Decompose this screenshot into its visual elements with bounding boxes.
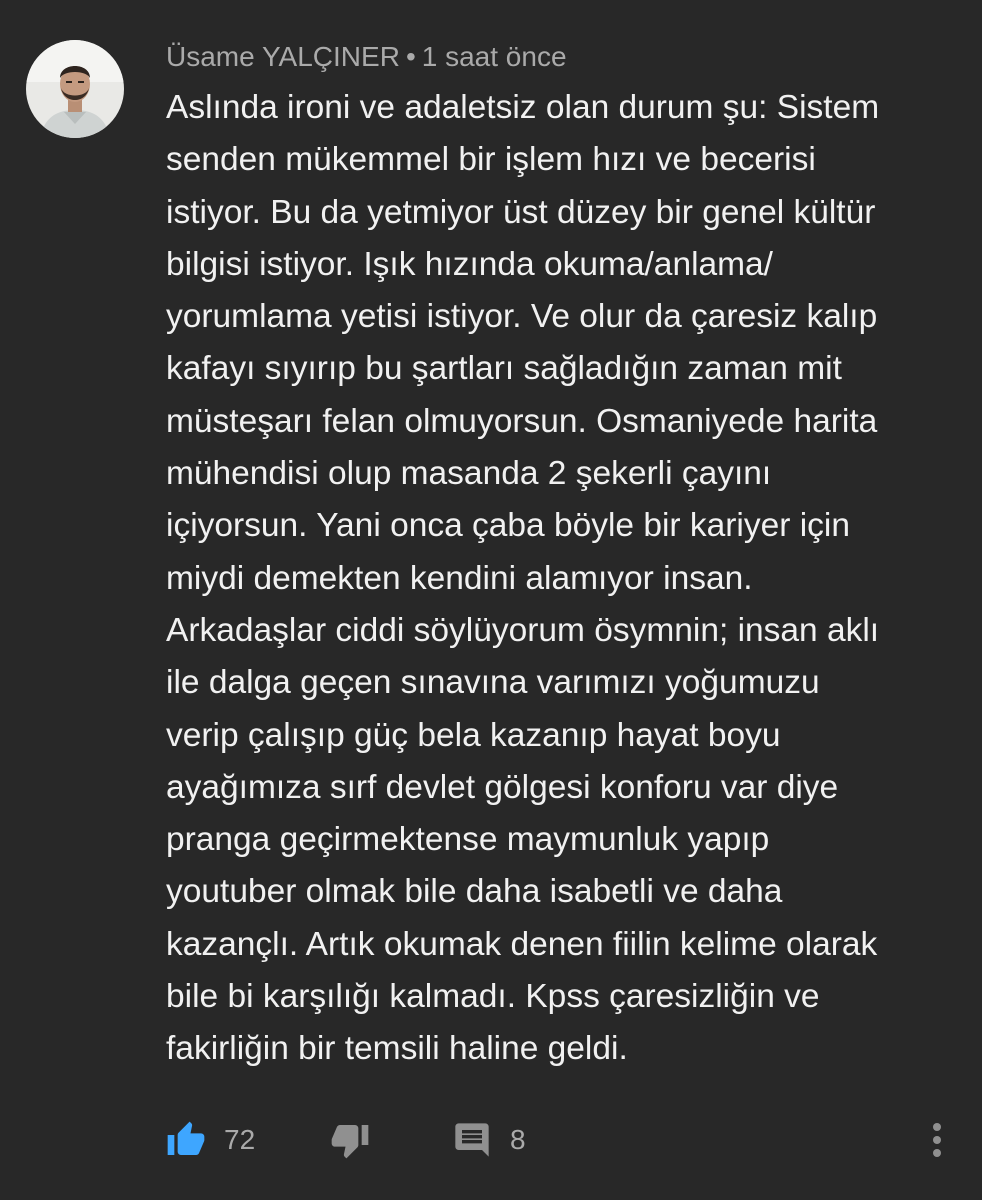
comment-line: pranga geçirmektense maymunluk yapıp	[166, 821, 770, 859]
comment-time[interactable]: 1 saat önce	[422, 41, 567, 72]
reply-comment-icon[interactable]	[452, 1120, 492, 1160]
comment-line: ile dalga geçen sınavına varımızı yoğumu…	[166, 664, 820, 702]
more-vertical-icon[interactable]	[920, 1120, 954, 1160]
like-count: 72	[224, 1124, 256, 1155]
comment-line: miydi demekten kendini alamıyor insan.	[166, 559, 753, 597]
author-avatar[interactable]	[26, 40, 124, 138]
comment-line: fakirliğin bir temsili haline geldi.	[166, 1030, 628, 1068]
more-options-button[interactable]	[920, 1112, 954, 1168]
comment-line: mühendisi olup masanda 2 şekerli çayını	[166, 455, 772, 493]
comment-actions: 72 8	[0, 1112, 982, 1168]
comment-meta: Üsame YALÇINER • 1 saat önce	[166, 36, 567, 78]
comment-line: bile bi karşılığı kalmadı. Kpss çaresizl…	[166, 978, 820, 1016]
comment-card: Üsame YALÇINER • 1 saat önce Aslında ironi…	[0, 0, 982, 1200]
comment-line: içiyorsun. Yani onca çaba böyle bir kari…	[166, 507, 850, 545]
reply-count: 8	[510, 1124, 526, 1155]
like-button[interactable]: 72	[166, 1112, 255, 1168]
author-name[interactable]: Üsame YALÇINER	[166, 41, 400, 72]
dislike-button[interactable]	[330, 1112, 370, 1168]
comment-line: istiyor. Bu da yetmiyor üst düzey bir ge…	[166, 193, 876, 231]
thumbs-up-icon[interactable]	[166, 1120, 206, 1160]
comment-line: bilgisi istiyor. Işık hızında okuma/anla…	[166, 245, 773, 283]
comment-line: kazançlı. Artık okumak denen fiilin keli…	[166, 925, 878, 963]
comment-line: ayağımıza sırf devlet gölgesi konforu va…	[166, 768, 839, 806]
thumbs-down-icon[interactable]	[330, 1120, 370, 1160]
comment-line: kafayı sıyırıp bu şartları sağladığın za…	[166, 350, 842, 388]
comment-line: Arkadaşlar ciddi söylüyorum ösymnin; ins…	[166, 611, 880, 649]
comment-line: Aslında ironi ve adaletsiz olan durum şu…	[166, 89, 880, 126]
meta-separator: •	[405, 41, 416, 72]
comment-line: youtuber olmak bile daha isabetli ve dah…	[166, 873, 783, 911]
reply-button[interactable]: 8	[452, 1112, 526, 1168]
comment-line: verip çalışıp güç bela kazanıp hayat boy…	[166, 716, 781, 754]
comment-line: yorumlama yetisi istiyor. Ve olur da çar…	[166, 298, 878, 336]
comment-text: Aslında ironi ve adaletsiz olan durum şu…	[166, 82, 956, 1076]
comment-line: müsteşarı felan olmuyorsun. Osmaniyede h…	[166, 402, 878, 440]
comment-line: senden mükemmel bir işlem hızı ve beceri…	[166, 141, 816, 179]
